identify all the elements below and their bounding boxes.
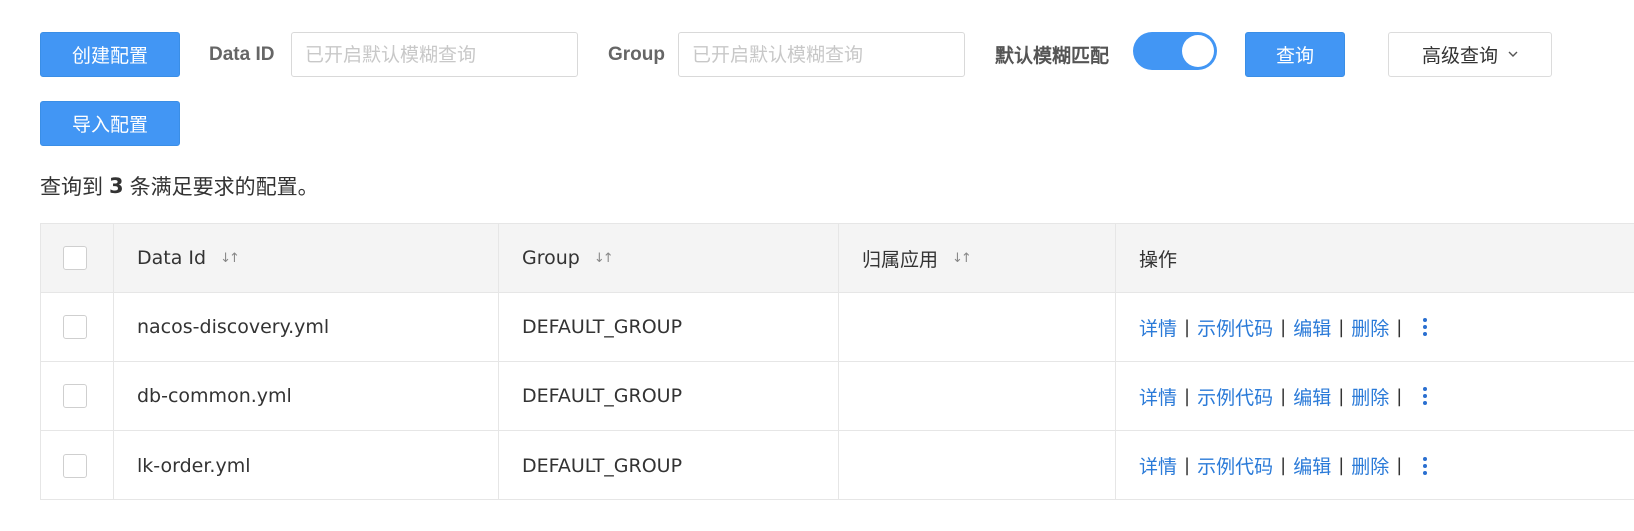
table-row: db-common.yml DEFAULT_GROUP 详情 | 示例代码 | …	[41, 362, 1634, 431]
sample-code-link[interactable]: 示例代码	[1197, 383, 1273, 410]
data-id-cell: nacos-discovery.yml	[137, 316, 330, 338]
table-row: nacos-discovery.yml DEFAULT_GROUP 详情 | 示…	[41, 293, 1634, 362]
column-header-app-label: 归属应用	[862, 248, 939, 271]
more-vertical-icon[interactable]	[1423, 318, 1428, 336]
action-separator: |	[1184, 385, 1191, 407]
edit-link[interactable]: 编辑	[1293, 314, 1331, 341]
group-cell: DEFAULT_GROUP	[522, 454, 683, 477]
sort-icon[interactable]: ↓↑	[594, 251, 614, 266]
summary-prefix: 查询到	[40, 175, 103, 199]
delete-link[interactable]: 删除	[1351, 314, 1389, 341]
action-separator: |	[1396, 385, 1403, 407]
chevron-down-icon	[1508, 51, 1518, 58]
table-row: lk-order.yml DEFAULT_GROUP 详情 | 示例代码 | 编…	[41, 431, 1634, 500]
action-separator: |	[1280, 455, 1287, 476]
data-id-input[interactable]	[291, 32, 578, 77]
action-separator: |	[1338, 316, 1345, 338]
query-button[interactable]: 查询	[1245, 32, 1345, 77]
select-all-checkbox[interactable]	[63, 246, 87, 270]
action-separator: |	[1280, 385, 1287, 407]
action-separator: |	[1396, 455, 1403, 476]
row-checkbox[interactable]	[63, 384, 87, 408]
actions-cell: 详情 | 示例代码 | 编辑 | 删除 |	[1139, 362, 1428, 430]
toggle-knob	[1182, 35, 1214, 67]
column-header-group[interactable]: Group ↓↑	[522, 224, 614, 292]
column-header-data-id[interactable]: Data Id ↓↑	[137, 224, 240, 292]
delete-link[interactable]: 删除	[1351, 452, 1389, 479]
column-header-actions-label: 操作	[1139, 248, 1178, 271]
create-config-button[interactable]: 创建配置	[40, 32, 180, 77]
column-header-data-id-label: Data Id	[137, 247, 207, 269]
action-separator: |	[1280, 316, 1287, 338]
summary-count: 3	[109, 174, 124, 198]
group-cell: DEFAULT_GROUP	[522, 316, 683, 338]
import-config-button[interactable]: 导入配置	[40, 101, 180, 146]
edit-link[interactable]: 编辑	[1293, 383, 1331, 410]
group-cell: DEFAULT_GROUP	[522, 385, 683, 407]
data-id-cell: db-common.yml	[137, 385, 292, 407]
fuzzy-match-toggle[interactable]	[1133, 32, 1217, 70]
action-separator: |	[1338, 385, 1345, 407]
advanced-query-label: 高级查询	[1421, 45, 1498, 67]
detail-link[interactable]: 详情	[1139, 452, 1177, 479]
detail-link[interactable]: 详情	[1139, 383, 1177, 410]
column-header-actions: 操作	[1139, 224, 1177, 292]
row-checkbox[interactable]	[63, 315, 87, 339]
sample-code-link[interactable]: 示例代码	[1197, 452, 1273, 479]
summary-suffix: 条满足要求的配置。	[129, 175, 319, 199]
group-label: Group	[608, 43, 665, 65]
column-header-app[interactable]: 归属应用 ↓↑	[862, 224, 972, 292]
advanced-query-button[interactable]: 高级查询	[1388, 32, 1552, 77]
group-input[interactable]	[678, 32, 965, 77]
more-vertical-icon[interactable]	[1423, 456, 1428, 475]
delete-link[interactable]: 删除	[1351, 383, 1389, 410]
column-header-group-label: Group	[522, 247, 580, 269]
action-separator: |	[1338, 455, 1345, 476]
detail-link[interactable]: 详情	[1139, 314, 1177, 341]
result-summary: 查询到 3 条满足要求的配置。	[40, 170, 319, 202]
action-separator: |	[1396, 316, 1403, 338]
more-vertical-icon[interactable]	[1423, 387, 1428, 405]
action-separator: |	[1184, 316, 1191, 338]
data-id-label: Data ID	[209, 43, 275, 65]
sample-code-link[interactable]: 示例代码	[1197, 314, 1273, 341]
config-table: Data Id ↓↑ Group ↓↑ 归属应用 ↓↑ 操作 nacos-dis…	[40, 223, 1634, 500]
data-id-cell: lk-order.yml	[137, 454, 251, 477]
edit-link[interactable]: 编辑	[1293, 452, 1331, 479]
actions-cell: 详情 | 示例代码 | 编辑 | 删除 |	[1139, 431, 1428, 500]
row-checkbox[interactable]	[63, 453, 87, 478]
sort-icon[interactable]: ↓↑	[220, 251, 240, 266]
fuzzy-match-label: 默认模糊匹配	[995, 46, 1110, 67]
action-separator: |	[1184, 455, 1191, 476]
actions-cell: 详情 | 示例代码 | 编辑 | 删除 |	[1139, 293, 1428, 361]
sort-icon[interactable]: ↓↑	[952, 251, 972, 266]
table-header-row: Data Id ↓↑ Group ↓↑ 归属应用 ↓↑ 操作	[41, 224, 1634, 293]
